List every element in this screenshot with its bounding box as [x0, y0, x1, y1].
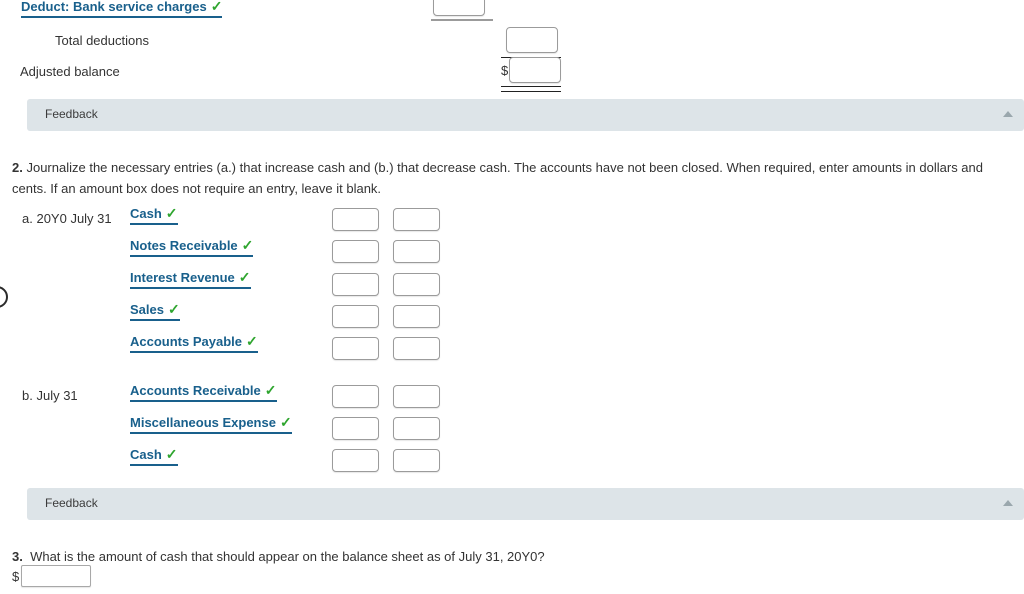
- total-deductions-input[interactable]: [506, 27, 558, 53]
- entry-a-line-5-account[interactable]: Accounts Payable ✓: [130, 334, 258, 353]
- entry-a-line-1-credit-input[interactable]: [393, 208, 440, 231]
- entry-a-line-1-account-label: Cash: [130, 206, 162, 221]
- check-icon: ✓: [241, 237, 254, 253]
- check-icon: ✓: [238, 269, 251, 285]
- entry-a-line-5-credit-input[interactable]: [393, 337, 440, 360]
- entry-a-line-4-account[interactable]: Sales ✓: [130, 302, 180, 321]
- total-deductions-label: Total deductions: [55, 33, 149, 48]
- feedback-panel-top[interactable]: Feedback: [27, 99, 1024, 131]
- adjusted-balance-double-rule: [501, 86, 561, 92]
- check-icon: ✓: [165, 205, 178, 221]
- adjusted-balance-input[interactable]: [509, 57, 561, 83]
- entry-a-line-2-account[interactable]: Notes Receivable ✓: [130, 237, 254, 257]
- entry-a-date: 20Y0 July 31: [36, 211, 112, 226]
- entry-a-line-1-account[interactable]: Cash ✓: [130, 206, 178, 225]
- entry-b-line-2-account-label: Miscellaneous Expense: [130, 415, 276, 430]
- feedback-label-top: Feedback: [45, 107, 98, 121]
- check-icon: ✓: [165, 446, 178, 462]
- question-2-block: 2. Journalize the necessary entries (a.)…: [12, 157, 1018, 199]
- question-2-number: 2.: [12, 160, 23, 175]
- entry-a-line-4-credit-input[interactable]: [393, 305, 440, 328]
- entry-b-line-3-credit-input[interactable]: [393, 449, 440, 472]
- entry-a-line-3-credit-input[interactable]: [393, 273, 440, 296]
- entry-b-line-1-account[interactable]: Accounts Receivable ✓: [130, 383, 277, 402]
- entry-b-line-2-debit-input[interactable]: [332, 417, 379, 440]
- adjusted-balance-label: Adjusted balance: [20, 64, 120, 79]
- entry-b-ref-date: b. July 31: [22, 388, 78, 404]
- question-3-text: What is the amount of cash that should a…: [30, 549, 545, 564]
- entry-a-line-2-account-label: Notes Receivable: [130, 238, 238, 253]
- entry-b-line-3-account-label: Cash: [130, 447, 162, 462]
- adjusted-balance-currency: $: [501, 63, 509, 78]
- check-icon: ✓: [246, 333, 258, 349]
- entry-a-line-3-account[interactable]: Interest Revenue ✓: [130, 270, 251, 289]
- bank-rec-deductions-detail-input[interactable]: [433, 0, 485, 16]
- question-2-text: Journalize the necessary entries (a.) th…: [12, 160, 983, 196]
- entry-a-ref: a.: [22, 211, 33, 226]
- check-icon: ✓: [167, 301, 180, 317]
- feedback-label-bottom: Feedback: [45, 496, 98, 510]
- question-3-block: 3. What is the amount of cash that shoul…: [12, 546, 1018, 567]
- entry-b-line-3-account[interactable]: Cash ✓: [130, 447, 178, 466]
- entry-a-line-4-account-label: Sales: [130, 302, 164, 317]
- entry-a-line-1-debit-input[interactable]: [332, 208, 379, 231]
- entry-b-line-2-account[interactable]: Miscellaneous Expense ✓: [130, 415, 292, 434]
- entry-a-line-5-debit-input[interactable]: [332, 337, 379, 360]
- entry-a-line-3-debit-input[interactable]: [332, 273, 379, 296]
- clipped-edge-indicator: [0, 286, 8, 308]
- bank-rec-detail-rule: [431, 19, 493, 21]
- bank-rec-deduct-label: Deduct: Bank service charges: [21, 0, 207, 14]
- entry-a-line-5-account-label: Accounts Payable: [130, 334, 242, 349]
- question-3-currency: $: [12, 569, 20, 584]
- check-icon: ✓: [210, 0, 223, 14]
- entry-a-line-2-debit-input[interactable]: [332, 240, 379, 263]
- entry-a-line-2-credit-input[interactable]: [393, 240, 440, 263]
- feedback-panel-bottom[interactable]: Feedback: [27, 488, 1024, 520]
- collapse-triangle-up-icon[interactable]: [1003, 111, 1013, 117]
- collapse-triangle-up-icon[interactable]: [1003, 500, 1013, 506]
- entry-b-line-3-debit-input[interactable]: [332, 449, 379, 472]
- entry-a-line-4-debit-input[interactable]: [332, 305, 379, 328]
- check-icon: ✓: [279, 414, 292, 430]
- entry-b-line-1-debit-input[interactable]: [332, 385, 379, 408]
- entry-b-date: July 31: [36, 388, 78, 403]
- question-3-number: 3.: [12, 549, 23, 564]
- bank-rec-deduct-account-link[interactable]: Deduct: Bank service charges ✓: [21, 0, 223, 18]
- question-3-answer-input[interactable]: [21, 565, 91, 587]
- check-icon: ✓: [264, 382, 277, 398]
- entry-b-line-1-account-label: Accounts Receivable: [130, 383, 261, 398]
- entry-b-ref: b.: [22, 388, 33, 403]
- entry-a-ref-date: a. 20Y0 July 31: [22, 211, 112, 227]
- entry-a-line-3-account-label: Interest Revenue: [130, 270, 235, 285]
- entry-b-line-2-credit-input[interactable]: [393, 417, 440, 440]
- entry-b-line-1-credit-input[interactable]: [393, 385, 440, 408]
